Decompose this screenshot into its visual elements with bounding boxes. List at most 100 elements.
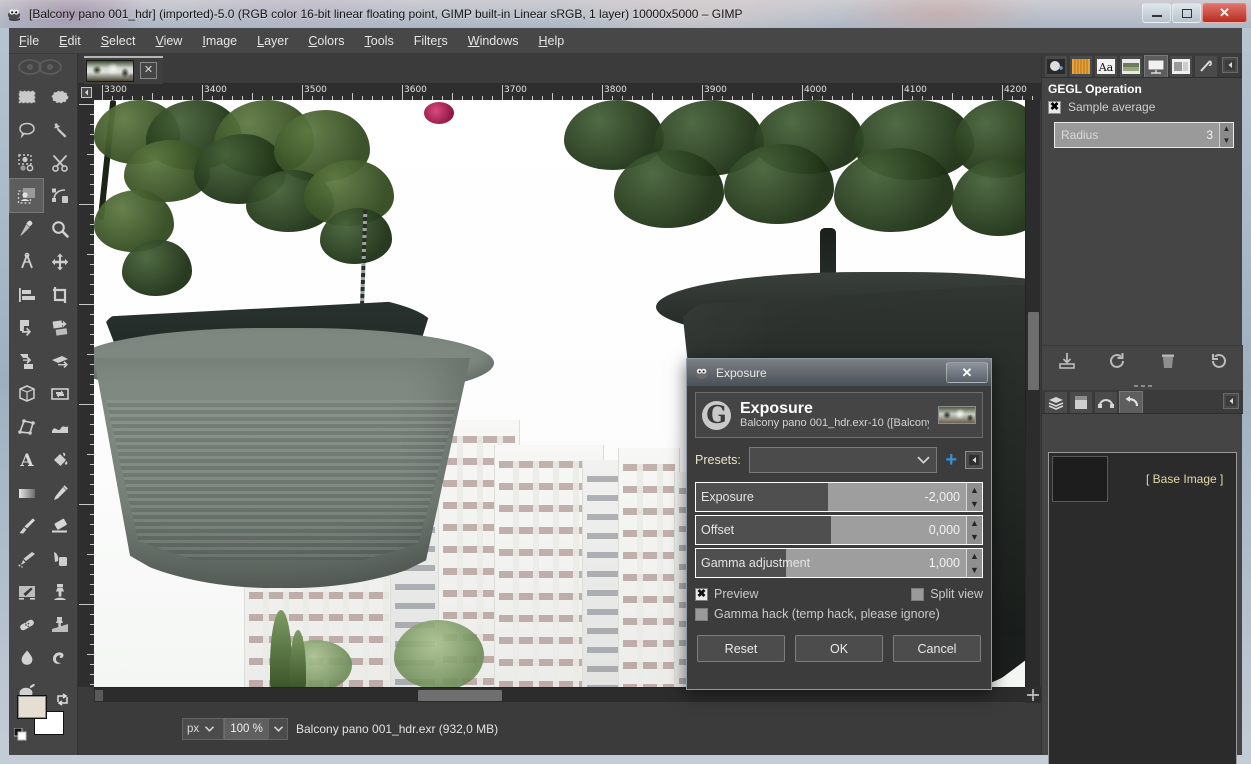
plus-icon[interactable]: + bbox=[945, 450, 957, 470]
checkbox-box[interactable] bbox=[911, 587, 925, 601]
gradients-tab[interactable] bbox=[1069, 55, 1093, 77]
radius-stepper[interactable]: ▲ ▼ bbox=[1219, 123, 1233, 147]
fuzzy-select-icon[interactable] bbox=[43, 113, 76, 146]
shear-icon[interactable] bbox=[10, 344, 43, 377]
text-icon[interactable]: A bbox=[10, 443, 43, 476]
images-tab[interactable] bbox=[1144, 55, 1168, 77]
rectangle-select-icon[interactable] bbox=[10, 80, 43, 113]
mypaint-brush-icon[interactable] bbox=[10, 575, 43, 608]
move-icon[interactable] bbox=[43, 245, 76, 278]
undo-history-tab[interactable] bbox=[1119, 391, 1143, 413]
ink-icon[interactable] bbox=[43, 542, 76, 575]
clone-icon[interactable] bbox=[43, 575, 76, 608]
offset-slider-track[interactable]: Offset 0,000 bbox=[696, 516, 966, 544]
fonts-tab[interactable]: Aa bbox=[1094, 55, 1118, 77]
radius-slider[interactable]: Radius 3 ▲ ▼ bbox=[1054, 122, 1234, 148]
gamma-adjustment-slider[interactable]: Gamma adjustment 1,000 ▲ ▼ bbox=[695, 548, 983, 578]
close-icon[interactable]: ✕ bbox=[140, 62, 157, 79]
smudge-icon[interactable] bbox=[43, 641, 76, 674]
reset-colors-icon[interactable] bbox=[14, 728, 27, 741]
pointer-tab[interactable] bbox=[1194, 55, 1218, 77]
paintbrush-icon[interactable] bbox=[10, 509, 43, 542]
blur-sharpen-icon[interactable] bbox=[10, 641, 43, 674]
presets-combobox[interactable] bbox=[748, 447, 938, 473]
channels-tab[interactable] bbox=[1069, 391, 1093, 413]
menu-edit[interactable]: Edit bbox=[50, 31, 90, 51]
perspective-clone-icon[interactable] bbox=[43, 608, 76, 641]
menu-layer[interactable]: Layer bbox=[248, 31, 297, 51]
templates-tab[interactable] bbox=[1169, 55, 1193, 77]
tool-options-tab[interactable] bbox=[1044, 55, 1068, 77]
free-select-icon[interactable] bbox=[10, 113, 43, 146]
color-picker-icon[interactable] bbox=[10, 212, 43, 245]
menu-help[interactable]: Help bbox=[529, 31, 573, 51]
crop-icon[interactable] bbox=[43, 278, 76, 311]
ellipse-select-icon[interactable] bbox=[43, 80, 76, 113]
offset-slider[interactable]: Offset 0,000 ▲ ▼ bbox=[695, 515, 983, 545]
unit-selector[interactable]: px bbox=[182, 718, 224, 740]
exposure-slider[interactable]: Exposure -2,000 ▲ ▼ bbox=[695, 482, 983, 512]
color-area[interactable] bbox=[14, 693, 69, 743]
document-history-tab[interactable] bbox=[1119, 55, 1143, 77]
paths-icon[interactable] bbox=[43, 179, 76, 212]
alignment-icon[interactable] bbox=[10, 278, 43, 311]
restore-tool-preset-icon[interactable] bbox=[1107, 351, 1127, 376]
gamma-adjustment-stepper[interactable]: ▲ ▼ bbox=[966, 549, 982, 577]
menu-filters[interactable]: Filters bbox=[405, 31, 457, 51]
sample-average-checkbox[interactable]: ✖ bbox=[1048, 100, 1061, 114]
reset-button[interactable]: Reset bbox=[697, 635, 785, 662]
rotate-icon[interactable] bbox=[10, 311, 43, 344]
menu-image[interactable]: Image bbox=[193, 31, 246, 51]
window-titlebar[interactable]: [Balcony pano 001_hdr] (imported)-5.0 (R… bbox=[0, 0, 1251, 28]
layers-tab[interactable] bbox=[1044, 391, 1068, 413]
cancel-button[interactable]: Cancel bbox=[893, 635, 981, 662]
gradient-icon[interactable] bbox=[10, 476, 43, 509]
measure-icon[interactable] bbox=[10, 245, 43, 278]
scale-icon[interactable] bbox=[43, 311, 76, 344]
foreground-color-swatch[interactable] bbox=[17, 695, 47, 719]
delete-tool-preset-icon[interactable] bbox=[1158, 351, 1178, 376]
horizontal-ruler[interactable]: 3300 3400 3500 3600 3700 3800 3900 4000 4100 4200 bbox=[94, 84, 1041, 100]
heal-icon[interactable] bbox=[10, 608, 43, 641]
select-by-color-icon[interactable] bbox=[10, 146, 43, 179]
foreground-select-icon[interactable] bbox=[9, 178, 44, 213]
menu-select[interactable]: Select bbox=[92, 31, 145, 51]
vertical-scrollbar[interactable] bbox=[1025, 100, 1040, 687]
dock-menu-icon[interactable] bbox=[1222, 57, 1238, 73]
perspective-icon[interactable] bbox=[43, 344, 76, 377]
zoom-icon[interactable] bbox=[43, 212, 76, 245]
unified-transform-icon[interactable] bbox=[43, 377, 76, 410]
handle-transform-icon[interactable] bbox=[10, 410, 43, 443]
unit-selector-corner[interactable] bbox=[78, 84, 94, 100]
warp-transform-icon[interactable] bbox=[43, 410, 76, 443]
minimize-button[interactable] bbox=[1142, 3, 1171, 23]
ok-button[interactable]: OK bbox=[795, 635, 883, 662]
dock-separator-grip[interactable] bbox=[1042, 381, 1243, 390]
preview-checkbox[interactable]: ✖ Preview bbox=[695, 587, 758, 601]
checkbox-box[interactable] bbox=[695, 607, 708, 621]
scissors-select-icon[interactable] bbox=[43, 146, 76, 179]
3d-transform-icon[interactable] bbox=[10, 377, 43, 410]
horizontal-scroll-thumb[interactable] bbox=[418, 690, 502, 701]
scroll-left-handle[interactable] bbox=[95, 690, 103, 701]
sample-average-row[interactable]: ✖ Sample average bbox=[1042, 98, 1242, 116]
menu-colors[interactable]: Colors bbox=[299, 31, 353, 51]
paths-tab[interactable] bbox=[1094, 391, 1118, 413]
maximize-button[interactable] bbox=[1172, 3, 1201, 23]
gamma-adjustment-slider-track[interactable]: Gamma adjustment 1,000 bbox=[696, 549, 966, 577]
menu-view[interactable]: View bbox=[146, 31, 191, 51]
vertical-scroll-thumb[interactable] bbox=[1028, 312, 1039, 390]
document-tab[interactable]: ✕ bbox=[84, 55, 163, 84]
zoom-dropdown-button[interactable] bbox=[268, 718, 288, 740]
eraser-icon[interactable] bbox=[43, 509, 76, 542]
split-view-checkbox[interactable]: Split view bbox=[911, 587, 983, 601]
menu-tools[interactable]: Tools bbox=[356, 31, 403, 51]
dock-menu-icon[interactable] bbox=[1223, 393, 1239, 409]
exposure-stepper[interactable]: ▲ ▼ bbox=[966, 483, 982, 511]
radius-slider-track[interactable]: Radius 3 bbox=[1055, 123, 1219, 147]
undo-history-list[interactable]: [ Base Image ] bbox=[1048, 452, 1237, 764]
offset-stepper[interactable]: ▲ ▼ bbox=[966, 516, 982, 544]
exposure-slider-track[interactable]: Exposure -2,000 bbox=[696, 483, 966, 511]
save-tool-preset-icon[interactable] bbox=[1057, 351, 1077, 376]
close-button[interactable]: ✕ bbox=[1202, 3, 1247, 23]
